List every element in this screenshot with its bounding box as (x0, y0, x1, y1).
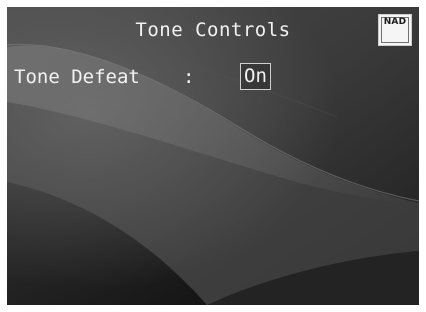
logo-text: NAD (383, 17, 407, 27)
nad-logo: NAD (378, 14, 412, 46)
setting-separator: : (183, 66, 195, 88)
setting-row-tone-defeat[interactable]: Tone Defeat : On (14, 63, 271, 92)
page-title: Tone Controls (135, 19, 291, 41)
device-display-frame: Tone Controls NAD Tone Defeat : On (0, 0, 426, 312)
setting-value-selector[interactable]: On (240, 63, 271, 90)
osd-screen: Tone Controls NAD Tone Defeat : On (7, 7, 419, 305)
background-swoosh (7, 7, 419, 305)
setting-label: Tone Defeat (14, 66, 140, 88)
